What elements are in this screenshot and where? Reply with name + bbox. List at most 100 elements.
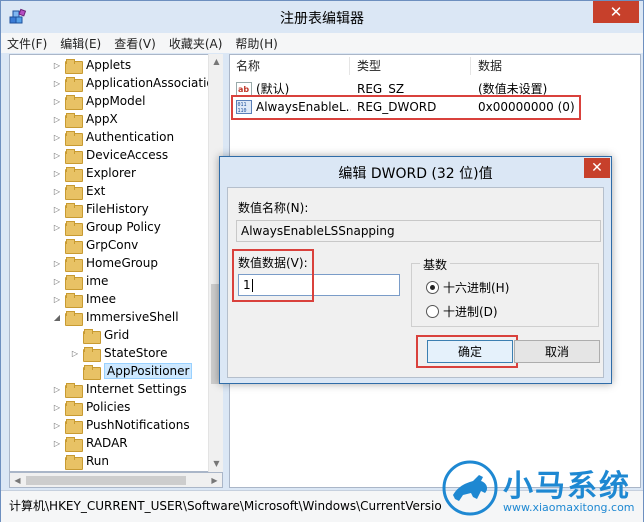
tree-item[interactable]: AppPositioner (70, 362, 193, 380)
menu-edit[interactable]: 编辑(E) (60, 35, 101, 52)
tree-item-label: RADAR (86, 436, 128, 450)
menu-view[interactable]: 查看(V) (114, 35, 156, 52)
status-path: 计算机\HKEY_CURRENT_USER\Software\Microsoft… (9, 499, 442, 513)
tree-item[interactable]: ▷ HomeGroup (52, 254, 158, 272)
value-name-field: AlwaysEnableLSSnapping (236, 220, 601, 242)
folder-icon (65, 94, 83, 110)
dialog-body: 数值名称(N): AlwaysEnableLSSnapping 数值数据(V):… (227, 187, 604, 378)
expand-arrow-icon[interactable]: ▷ (52, 133, 62, 142)
radio-hexadecimal[interactable]: 十六进制(H) (426, 279, 509, 296)
expand-arrow-icon[interactable]: ▷ (52, 277, 62, 286)
expand-arrow-icon[interactable]: ▷ (52, 295, 62, 304)
expand-arrow-icon[interactable]: ▷ (52, 385, 62, 394)
tree-item-label: Run (86, 454, 110, 468)
menu-favorites[interactable]: 收藏夹(A) (169, 35, 223, 52)
tree-item[interactable]: ▷ Internet Settings (52, 380, 187, 398)
tree-item[interactable]: ▷ ime (52, 272, 108, 290)
highlight-box-value-data (232, 249, 314, 302)
tree-item[interactable]: ▷ AppX (52, 110, 118, 128)
horse-logo-icon (442, 460, 498, 516)
expand-arrow-icon[interactable]: ▷ (52, 259, 62, 268)
tree-item[interactable]: ▷ Policies (52, 398, 130, 416)
radio-label: 十六进制(H) (443, 281, 510, 295)
scroll-right-icon[interactable]: ▶ (207, 473, 222, 488)
radio-unchecked-icon[interactable] (426, 305, 439, 318)
column-header-type[interactable]: 类型 (351, 57, 471, 75)
tree-item[interactable]: ▷ StateStore (70, 344, 167, 362)
tree-item-label: PushNotifications (86, 418, 190, 432)
window-title: 注册表编辑器 (280, 11, 364, 27)
tree-item[interactable]: ▷ Explorer (52, 164, 136, 182)
tree-item-label: Imee (86, 292, 116, 306)
folder-icon (65, 148, 83, 164)
title-bar[interactable]: 注册表编辑器 — ✕ (1, 1, 643, 33)
expand-arrow-icon[interactable]: ▷ (70, 349, 80, 358)
expand-arrow-icon[interactable]: ▷ (52, 421, 62, 430)
expand-arrow-icon[interactable]: ▷ (52, 79, 62, 88)
registry-key-tree[interactable]: ▷ Applets ▷ ApplicationAssociatio ▷ AppModel ▷… (9, 54, 223, 472)
column-header-data[interactable]: 数据 (472, 57, 640, 75)
tree-item-label: ApplicationAssociatio (86, 76, 214, 90)
value-name-label: 数值名称(N): (238, 201, 309, 215)
tree-item[interactable]: ▷ AppModel (52, 92, 145, 110)
folder-icon (65, 436, 83, 452)
tree-item-label: AppX (86, 112, 118, 126)
expand-arrow-icon[interactable]: ▷ (52, 151, 62, 160)
radio-decimal[interactable]: 十进制(D) (426, 303, 498, 320)
tree-item-label: Grid (104, 328, 130, 342)
expand-arrow-icon[interactable]: ▷ (52, 403, 62, 412)
folder-icon (65, 58, 83, 74)
expand-arrow-icon[interactable]: ▷ (52, 115, 62, 124)
base-label: 基数 (420, 256, 451, 273)
folder-icon (83, 364, 101, 380)
radio-label: 十进制(D) (443, 305, 498, 319)
window-close-button[interactable]: ✕ (593, 1, 639, 23)
menu-help[interactable]: 帮助(H) (235, 35, 277, 52)
tree-item[interactable]: ▷ ApplicationAssociatio (52, 74, 214, 92)
tree-item[interactable]: ▷ Ext (52, 182, 105, 200)
tree-item[interactable]: ▷ PushNotifications (52, 416, 190, 434)
tree-item[interactable]: ▷ Applets (52, 56, 131, 74)
tree-hscroll-thumb[interactable] (26, 476, 186, 485)
scroll-left-icon[interactable]: ◀ (10, 473, 25, 488)
registry-editor-window: 注册表编辑器 — ✕ 文件(F) 编辑(E) 查看(V) 收藏夹(A) 帮助(H… (0, 0, 644, 522)
folder-icon (65, 238, 83, 254)
dialog-close-button[interactable]: ✕ (584, 158, 610, 178)
scroll-down-icon[interactable]: ▼ (209, 456, 224, 471)
column-header-name[interactable]: 名称 (230, 57, 350, 75)
tree-item[interactable]: ▷ Imee (52, 290, 116, 308)
tree-item-label: DeviceAccess (86, 148, 169, 162)
folder-icon (65, 310, 83, 326)
expand-arrow-icon[interactable]: ▷ (52, 439, 62, 448)
radio-checked-icon[interactable] (426, 281, 439, 294)
svg-text:ab: ab (238, 85, 249, 94)
tree-item[interactable]: ▷ RADAR (52, 434, 128, 452)
expand-arrow-icon[interactable]: ▷ (52, 187, 62, 196)
highlight-box-value-row (231, 95, 581, 120)
folder-icon (83, 328, 101, 344)
menu-file[interactable]: 文件(F) (7, 35, 47, 52)
expand-arrow-icon[interactable]: ▷ (52, 205, 62, 214)
tree-item[interactable]: Grid (70, 326, 129, 344)
tree-horizontal-scrollbar[interactable]: ◀ ▶ (9, 472, 223, 488)
expand-arrow-icon[interactable]: ▷ (52, 223, 62, 232)
tree-item[interactable]: ▷ Authentication (52, 128, 174, 146)
base-group: 基数 十六进制(H) 十进制(D) (411, 256, 599, 327)
expand-arrow-icon[interactable]: ▷ (52, 61, 62, 70)
tree-item-label: StateStore (104, 346, 168, 360)
tree-item-label: GrpConv (86, 238, 139, 252)
collapse-arrow-icon[interactable]: ◢ (52, 313, 62, 322)
tree-item[interactable]: ◢ ImmersiveShell (52, 308, 179, 326)
tree-item[interactable]: GrpConv (52, 236, 138, 254)
expand-arrow-icon[interactable]: ▷ (52, 97, 62, 106)
tree-item-label: Ext (86, 184, 106, 198)
cancel-button[interactable]: 取消 (514, 340, 600, 363)
tree-item[interactable]: ▷ DeviceAccess (52, 146, 168, 164)
tree-item[interactable]: ▷ FileHistory (52, 200, 149, 218)
tree-item-label: Applets (86, 58, 132, 72)
tree-item[interactable]: ▷ Group Policy (52, 218, 161, 236)
expand-arrow-icon[interactable]: ▷ (52, 169, 62, 178)
folder-icon (65, 418, 83, 434)
scroll-up-icon[interactable]: ▲ (209, 54, 224, 69)
tree-item[interactable]: Run (52, 452, 109, 470)
